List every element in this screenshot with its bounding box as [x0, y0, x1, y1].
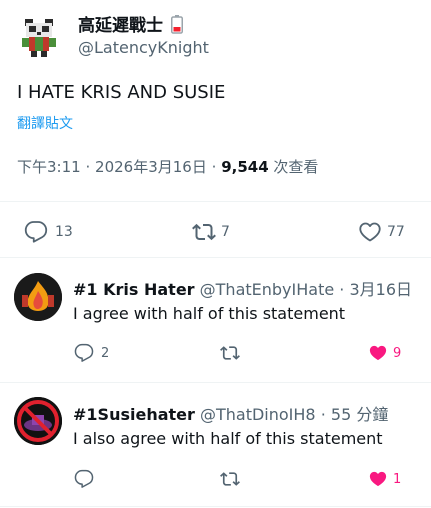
reply-author-name[interactable]: #1 Kris Hater [73, 280, 195, 299]
divider [0, 382, 431, 383]
meta-separator: · [85, 158, 91, 176]
like-button[interactable]: 77 [357, 220, 405, 244]
like-count: 1 [393, 471, 402, 487]
heart-filled-icon [369, 471, 387, 487]
reply-count: 13 [55, 224, 73, 240]
no-symbol-avatar-icon [14, 397, 62, 445]
post-date[interactable]: 2026年3月16日 [95, 158, 207, 176]
author-avatar[interactable] [15, 13, 63, 61]
reply-separator: · [339, 280, 345, 299]
reply-text: I agree with half of this statement [73, 304, 346, 323]
post-time[interactable]: 下午3:11 [17, 158, 81, 176]
pixel-knight-avatar-icon [15, 13, 63, 61]
repost-arrows-icon [220, 472, 240, 486]
repost-button[interactable] [219, 469, 245, 489]
reply-avatar[interactable] [14, 273, 62, 321]
meta-separator: · [211, 158, 217, 176]
author-handle[interactable]: @LatencyKnight [78, 38, 209, 57]
post-text: I HATE KRIS AND SUSIE [17, 82, 226, 103]
translate-post-link[interactable]: 翻譯貼文 [17, 113, 73, 133]
reply-author-handle[interactable]: @ThatDinoIH8 [200, 405, 316, 424]
reply-button[interactable]: 13 [23, 220, 73, 244]
reply-separator: · [320, 405, 326, 424]
divider [0, 506, 431, 507]
reply-button[interactable]: 2 [73, 343, 109, 363]
like-button[interactable]: 1 [367, 469, 401, 489]
repost-button[interactable] [219, 343, 245, 363]
reply-button[interactable] [73, 469, 101, 489]
post-meta: 下午3:11 · 2026年3月16日 · 9,544 次查看 [17, 156, 318, 177]
like-count: 9 [393, 345, 402, 361]
reply-bubble-icon [24, 221, 48, 243]
heart-icon [359, 222, 381, 242]
reply-author-handle[interactable]: @ThatEnbyIHate [200, 280, 335, 299]
reply-header: #1Susiehater @ThatDinoIH8 · 55 分鐘 [73, 401, 388, 425]
divider [0, 257, 431, 258]
reply-time[interactable]: 55 分鐘 [331, 405, 388, 424]
repost-arrows-icon [220, 346, 240, 360]
views-count: 9,544 [221, 158, 269, 176]
author-display-name[interactable]: 高延遲戰士 [78, 11, 183, 36]
reply-header: #1 Kris Hater @ThatEnbyIHate · 3月16日 [73, 276, 412, 300]
reply-author-name[interactable]: #1Susiehater [73, 405, 195, 424]
author-name-text: 高延遲戰士 [78, 16, 163, 36]
battery-low-icon [170, 15, 183, 34]
reply-bubble-icon [74, 343, 94, 362]
like-count: 77 [387, 224, 405, 240]
views-label: 次查看 [273, 158, 319, 176]
reply-text: I also agree with half of this statement [73, 429, 383, 448]
reply-avatar[interactable] [14, 397, 62, 445]
like-button[interactable]: 9 [367, 343, 401, 363]
repost-count: 7 [221, 224, 230, 240]
heart-filled-icon [369, 345, 387, 361]
reply-time[interactable]: 3月16日 [349, 280, 412, 299]
repost-button[interactable]: 7 [191, 220, 230, 244]
divider [0, 201, 431, 202]
reply-count: 2 [101, 345, 110, 361]
repost-arrows-icon [192, 223, 216, 241]
fire-character-avatar-icon [14, 273, 62, 321]
reply-bubble-icon [74, 469, 94, 488]
